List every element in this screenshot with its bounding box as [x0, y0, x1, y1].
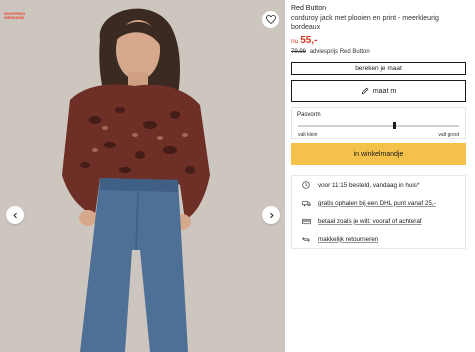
usp-pickup[interactable]: gratis ophalen bij een DHL punt vanaf 25… — [292, 194, 465, 212]
fit-min-label: valt klein — [298, 132, 318, 138]
heart-outline-icon — [265, 15, 276, 24]
price-prefix: nu — [291, 38, 299, 45]
product-info: Red Button corduroy jack met plooien en … — [291, 4, 466, 249]
price-row: nu 55,- — [291, 35, 466, 46]
fit-track — [298, 125, 459, 127]
fit-indicator: Pasvorm valt klein valt groot — [291, 107, 466, 139]
product-brand[interactable]: Red Button — [291, 4, 466, 13]
gallery-next-button[interactable] — [262, 206, 280, 224]
product-price: 55,- — [300, 35, 318, 46]
gallery-prev-button[interactable] — [6, 206, 24, 224]
chevron-left-icon — [12, 212, 17, 218]
product-page: SHOPPING WEEKEND Red Button corduroy jac… — [0, 0, 475, 352]
clock-icon — [300, 181, 312, 189]
promo-tag: SHOPPING WEEKEND — [4, 11, 26, 20]
usp-return[interactable]: makkelijk retourneren — [292, 230, 465, 248]
pencil-icon — [361, 87, 369, 95]
advies-price-label: adviesprijs Red Button — [309, 49, 370, 55]
calculate-size-button[interactable]: bereken je maat — [291, 62, 466, 75]
usp-link[interactable]: betaal zoals je wilt: vooraf of achteraf — [318, 218, 422, 225]
product-photo — [0, 0, 285, 352]
size-select-button[interactable]: maat m — [291, 80, 466, 102]
add-to-cart-button[interactable]: in winkelmandje — [291, 143, 466, 165]
wishlist-button[interactable] — [262, 11, 279, 28]
chevron-right-icon — [269, 212, 274, 218]
usp-payment[interactable]: betaal zoals je wilt: vooraf of achteraf — [292, 212, 465, 230]
usp-text: voor 11:15 besteld, vandaag in huis* — [318, 181, 420, 189]
usp-list: voor 11:15 besteld, vandaag in huis* gra… — [291, 175, 466, 249]
usp-delivery: voor 11:15 besteld, vandaag in huis* — [292, 176, 465, 194]
usp-link[interactable]: gratis ophalen bij een DHL punt vanaf 25… — [318, 200, 436, 207]
truck-icon — [300, 200, 312, 207]
fit-label: Pasvorm — [297, 112, 321, 118]
fit-max-label: valt groot — [438, 132, 459, 138]
size-label: maat m — [372, 87, 397, 95]
fit-marker — [393, 122, 397, 129]
return-icon — [300, 236, 312, 243]
product-image-gallery[interactable]: SHOPPING WEEKEND — [0, 0, 285, 352]
product-title: corduroy jack met plooien en print - mee… — [291, 15, 439, 31]
usp-link[interactable]: makkelijk retourneren — [318, 236, 378, 243]
card-icon — [300, 218, 312, 225]
advies-price-value: 79,99 — [291, 49, 307, 55]
advies-price: 79,99 adviesprijs Red Button — [291, 49, 466, 55]
